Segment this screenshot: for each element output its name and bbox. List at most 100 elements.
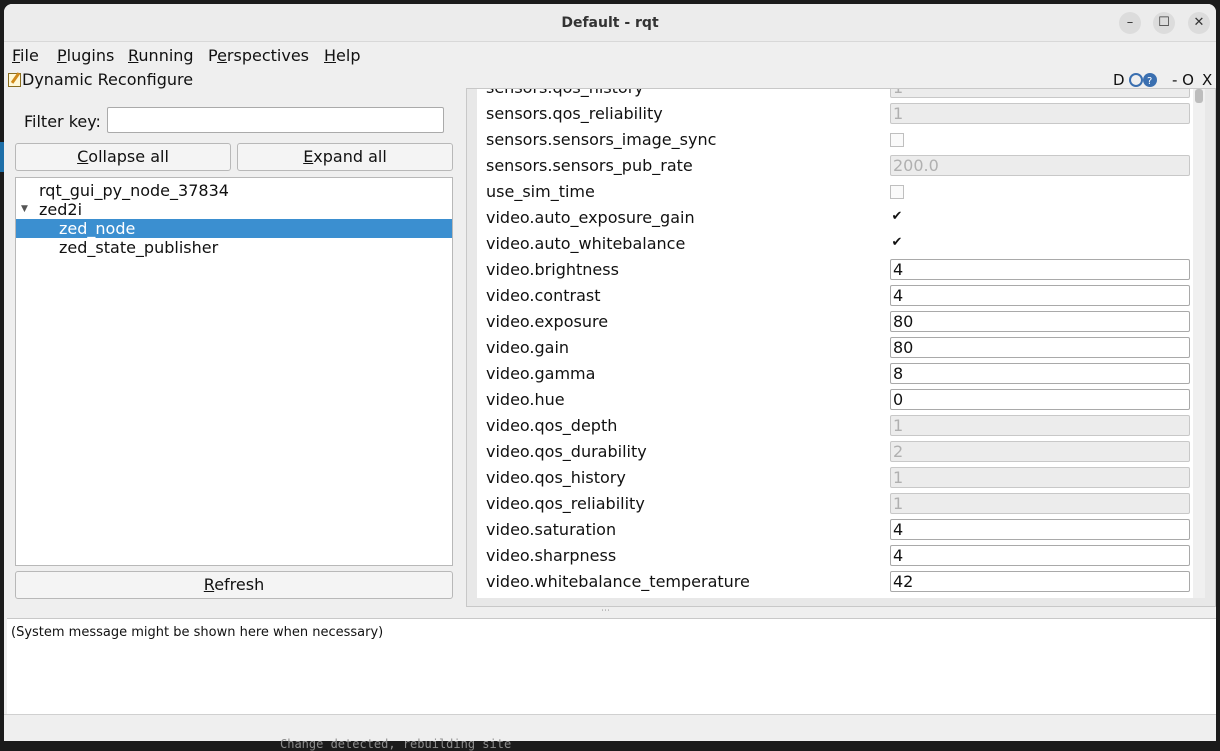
menu-plugins[interactable]: Plugins [57, 46, 114, 65]
param-name: video.qos_reliability [486, 494, 645, 513]
parameter-panel: sensors.qos_history1sensors.qos_reliabil… [466, 88, 1216, 607]
checkmark-icon: ✔ [891, 235, 903, 250]
filter-key-label: Filter key: [24, 112, 101, 131]
svg-text:?: ? [1147, 76, 1152, 87]
param-row: sensors.qos_reliability 1 [477, 101, 1193, 127]
param-name: video.gamma [486, 364, 596, 383]
param-row: video.qos_durability 2 [477, 439, 1193, 465]
param-row: video.saturation 4 [477, 517, 1193, 543]
param-value-field[interactable]: 4 [890, 545, 1190, 566]
param-value-field[interactable]: 0 [890, 389, 1190, 410]
refresh-icon [1129, 73, 1143, 87]
param-name: video.auto_whitebalance [486, 234, 686, 253]
tree-item-label: zed2i [39, 200, 83, 219]
collapse-all-button[interactable]: Collapse all [15, 143, 231, 171]
tree-item[interactable]: rqt_gui_py_node_37834 [16, 181, 452, 200]
filter-key-input[interactable] [107, 107, 444, 133]
param-name: video.sharpness [486, 546, 617, 565]
param-name: video.exposure [486, 312, 609, 331]
background-terminal-text: Change detected, rebuilding site [280, 737, 512, 751]
param-name: video.auto_exposure_gain [486, 208, 695, 227]
param-row: video.hue 0 [477, 387, 1193, 413]
tree-item-label: rqt_gui_py_node_37834 [39, 181, 229, 200]
param-row: video.auto_whitebalance ✔ [477, 231, 1193, 257]
system-message-area: (System message might be shown here when… [7, 618, 1216, 714]
param-checkbox [890, 133, 904, 147]
param-name: sensors.sensors_image_sync [486, 130, 717, 149]
plugin-title: Dynamic Reconfigure [22, 70, 194, 89]
node-tree[interactable]: rqt_gui_py_node_37834 ▼ zed2i zed_node zed_s… [15, 177, 453, 566]
menu-help[interactable]: Help [324, 46, 360, 65]
param-value-field: 2 [890, 441, 1190, 462]
param-row: video.gain 80 [477, 335, 1193, 361]
param-name: video.qos_history [486, 468, 626, 487]
param-row: video.sharpness 4 [477, 543, 1193, 569]
checkmark-icon: ✔ [891, 209, 903, 224]
param-value-field[interactable]: 80 [890, 337, 1190, 358]
close-icon: ✕ [1193, 15, 1205, 30]
param-row: sensors.qos_history 1 [477, 89, 1193, 101]
tree-item[interactable]: zed_node [16, 219, 452, 238]
param-name: video.gain [486, 338, 570, 357]
param-value-field[interactable]: 42 [890, 571, 1190, 592]
param-row: video.whitebalance_temperature 42 [477, 569, 1193, 595]
status-bar [4, 714, 1216, 741]
param-name: video.contrast [486, 286, 601, 305]
maximize-icon: ☐ [1158, 15, 1170, 30]
param-row: video.brightness 4 [477, 257, 1193, 283]
param-name: video.qos_durability [486, 442, 647, 461]
tree-item[interactable]: ▼ zed2i [16, 200, 452, 219]
param-name: use_sim_time [486, 182, 595, 201]
expand-arrow-icon[interactable]: ▼ [21, 200, 28, 219]
param-name: sensors.qos_reliability [486, 104, 663, 123]
param-checkbox[interactable]: ✔ [890, 209, 904, 225]
horizontal-splitter-handle[interactable]: ⋯ [601, 606, 610, 616]
param-row: sensors.sensors_pub_rate 200.0 [477, 153, 1193, 179]
param-name: video.whitebalance_temperature [486, 572, 750, 591]
maximize-button[interactable]: ☐ [1153, 12, 1175, 34]
param-row: video.auto_exposure_gain ✔ [477, 205, 1193, 231]
menu-bar: File Plugins Running Perspectives Help [4, 42, 1216, 66]
system-message-text: (System message might be shown here when… [11, 625, 384, 640]
param-value-field: 1 [890, 89, 1190, 98]
close-button[interactable]: ✕ [1188, 12, 1210, 34]
param-checkbox [890, 185, 904, 199]
param-value-field: 1 [890, 415, 1190, 436]
param-name: sensors.sensors_pub_rate [486, 156, 693, 175]
plugin-refresh-help-icons[interactable]: ? [1128, 72, 1160, 89]
param-value-field[interactable]: 8 [890, 363, 1190, 384]
plugin-close-button[interactable]: X [1202, 71, 1212, 89]
param-checkbox[interactable]: ✔ [890, 235, 904, 251]
param-row: video.qos_depth 1 [477, 413, 1193, 439]
tree-item[interactable]: zed_state_publisher [16, 238, 452, 257]
refresh-button[interactable]: Refresh [15, 571, 453, 599]
plugin-d-button[interactable]: D [1113, 71, 1125, 89]
scrollbar-thumb[interactable] [1195, 89, 1203, 103]
expand-all-button[interactable]: Expand all [237, 143, 453, 171]
param-value-field[interactable]: 4 [890, 519, 1190, 540]
param-value-field[interactable]: 80 [890, 311, 1190, 332]
param-name: sensors.qos_history [486, 89, 644, 97]
param-row: video.gamma 8 [477, 361, 1193, 387]
plugin-minimize-button[interactable]: - O [1172, 71, 1194, 89]
param-value-field: 1 [890, 103, 1190, 124]
param-value-field[interactable]: 4 [890, 259, 1190, 280]
param-name: video.brightness [486, 260, 619, 279]
param-name: video.qos_depth [486, 416, 618, 435]
parameter-list: sensors.qos_history1sensors.qos_reliabil… [477, 89, 1193, 598]
param-value-field[interactable]: 4 [890, 285, 1190, 306]
param-value-field: 1 [890, 493, 1190, 514]
param-value-field: 1 [890, 467, 1190, 488]
menu-running[interactable]: Running [128, 46, 194, 65]
minimize-icon: – [1126, 15, 1134, 30]
menu-file[interactable]: File [12, 46, 39, 65]
tree-item-label: zed_state_publisher [59, 238, 219, 257]
param-row: video.qos_reliability 1 [477, 491, 1193, 517]
parameter-scrollbar[interactable] [1193, 89, 1205, 598]
tree-item-label: zed_node [59, 219, 136, 238]
title-bar: Default - rqt – ☐ ✕ [4, 4, 1216, 42]
menu-perspectives[interactable]: Perspectives [208, 46, 309, 65]
minimize-button[interactable]: – [1119, 12, 1141, 34]
plugin-edit-icon [8, 73, 21, 87]
param-name: video.saturation [486, 520, 617, 539]
